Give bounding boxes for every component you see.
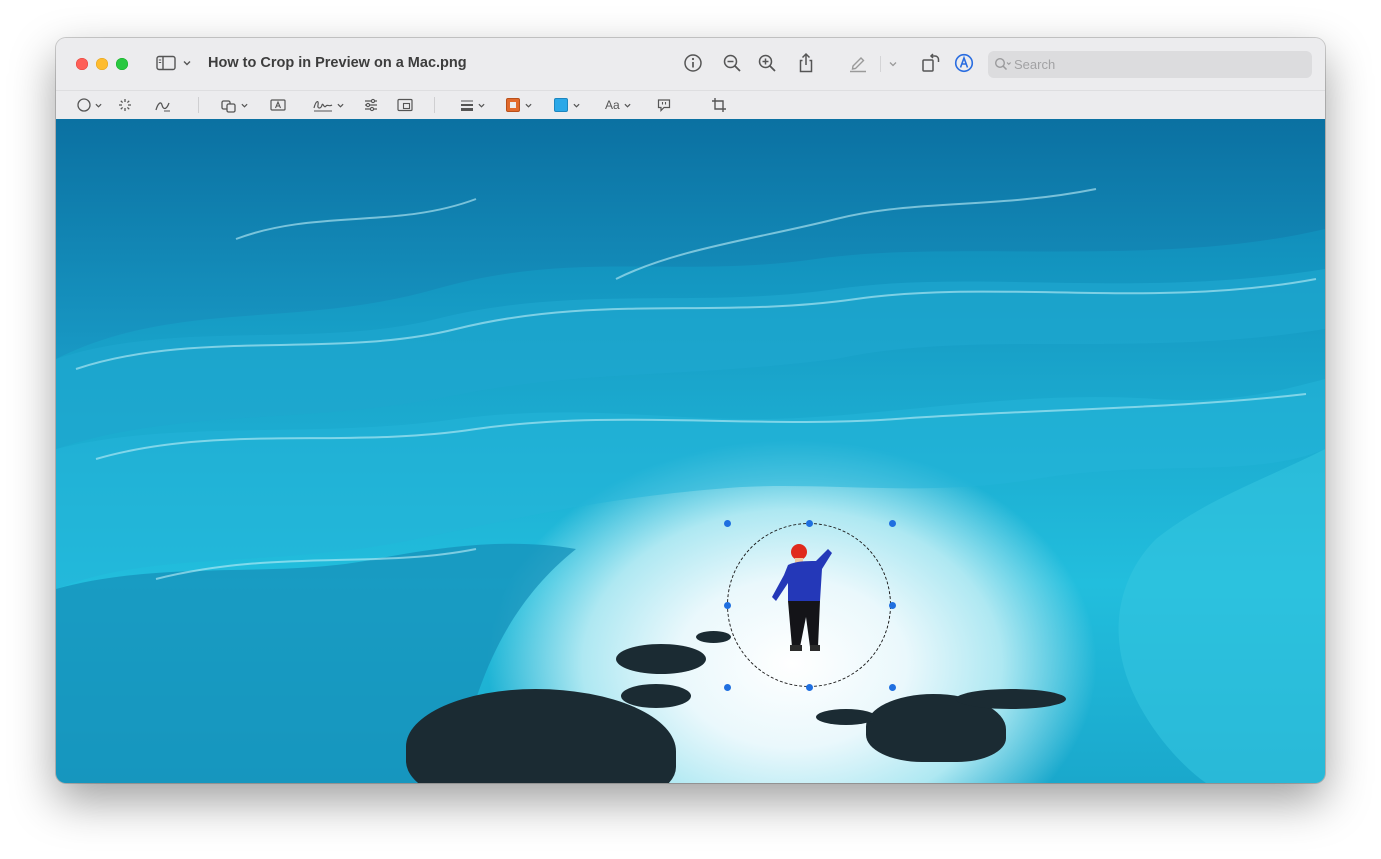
chevron-down-icon	[624, 103, 631, 108]
search-field[interactable]	[988, 51, 1312, 78]
chevron-down-icon	[889, 62, 897, 67]
sidebar-icon	[156, 55, 176, 71]
info-button[interactable]	[683, 53, 703, 73]
text-style-label: Aa	[605, 98, 620, 112]
chevron-down-icon	[95, 103, 102, 108]
selection-handle[interactable]	[806, 684, 813, 691]
chevron-down-icon	[241, 103, 248, 108]
search-icon	[994, 57, 1011, 71]
adjust-color-icon	[365, 98, 377, 112]
highlight-menu-button[interactable]	[888, 60, 898, 68]
sidebar-toggle-button[interactable]	[156, 55, 192, 71]
sketch-icon	[155, 102, 170, 112]
minimize-button[interactable]	[96, 58, 108, 70]
rock	[816, 709, 876, 725]
toolbar-separator	[198, 97, 199, 113]
chevron-down-icon	[525, 103, 532, 108]
rock	[696, 631, 731, 643]
zoom-in-button[interactable]	[757, 53, 777, 73]
selection-handle[interactable]	[806, 520, 813, 527]
chevron-down-icon	[478, 103, 485, 108]
sketch-button[interactable]	[154, 95, 172, 115]
document-image[interactable]	[56, 119, 1325, 783]
chevron-down-icon	[183, 61, 191, 66]
info-icon	[684, 54, 702, 72]
markup-icon	[954, 53, 974, 73]
highlight-button[interactable]	[848, 53, 868, 73]
selection-tools-button[interactable]	[76, 95, 103, 115]
adjust-color-button[interactable]	[363, 95, 379, 115]
chevron-down-icon	[573, 103, 580, 108]
shape-style-button[interactable]	[459, 95, 486, 115]
selection-handle[interactable]	[889, 684, 896, 691]
window-title: How to Crop in Preview on a Mac.png	[208, 55, 467, 71]
border-color-button[interactable]	[506, 95, 533, 115]
rotate-button[interactable]	[920, 52, 942, 74]
sign-button[interactable]	[312, 95, 345, 115]
line-style-icon	[461, 100, 473, 111]
share-button[interactable]	[796, 52, 816, 74]
selection-tool-icon	[77, 98, 91, 112]
rock	[956, 689, 1066, 709]
markup-toolbar-button[interactable]	[954, 53, 974, 73]
selection-circle[interactable]	[727, 523, 891, 687]
annotate-button[interactable]	[656, 95, 672, 115]
fill-color-swatch	[554, 98, 568, 112]
title-bar: How to Crop in Preview on a Mac.png	[56, 38, 1325, 90]
share-icon	[799, 52, 813, 73]
zoom-in-icon	[758, 54, 776, 72]
shapes-icon	[221, 100, 236, 113]
fill-color-button[interactable]	[554, 95, 581, 115]
shapes-button[interactable]	[220, 95, 249, 115]
speech-bubble-icon	[657, 99, 671, 112]
highlighter-icon	[850, 57, 866, 73]
chevron-down-icon	[337, 103, 344, 108]
crop-icon	[712, 98, 726, 112]
selection-handle[interactable]	[724, 684, 731, 691]
rock	[616, 644, 706, 674]
adjust-size-icon	[397, 98, 413, 112]
rotate-icon	[922, 53, 940, 72]
adjust-size-button[interactable]	[397, 95, 413, 115]
toolbar-separator	[880, 56, 881, 72]
text-box-icon	[270, 99, 286, 111]
selection-handle[interactable]	[889, 520, 896, 527]
zoom-out-icon	[723, 54, 741, 72]
zoom-out-button[interactable]	[722, 53, 742, 73]
search-input[interactable]	[1014, 51, 1304, 78]
selection-handle[interactable]	[724, 520, 731, 527]
text-style-button[interactable]: Aa	[605, 95, 632, 115]
selection-handle[interactable]	[724, 602, 731, 609]
markup-toolbar: Aa	[56, 90, 1325, 120]
instant-alpha-icon	[119, 99, 131, 111]
ice-cave-photo	[56, 119, 1325, 783]
border-color-swatch	[506, 98, 520, 112]
instant-alpha-button[interactable]	[117, 95, 133, 115]
selection-handle[interactable]	[889, 602, 896, 609]
preview-window: How to Crop in Preview on a Mac.png Sear…	[56, 38, 1325, 783]
signature-icon	[313, 101, 333, 112]
close-button[interactable]	[76, 58, 88, 70]
text-box-button[interactable]	[270, 95, 286, 115]
crop-button[interactable]	[711, 95, 727, 115]
rock	[621, 684, 691, 708]
zoom-button[interactable]	[116, 58, 128, 70]
toolbar-separator	[434, 97, 435, 113]
